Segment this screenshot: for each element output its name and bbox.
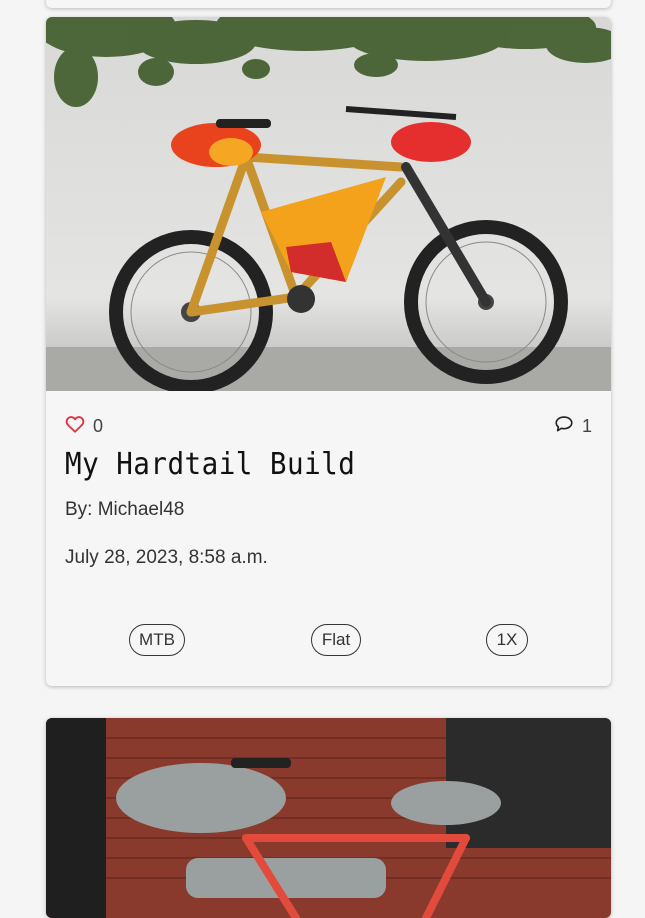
speech-bubble-icon (554, 415, 574, 438)
post-image[interactable] (46, 17, 611, 391)
tag-flat[interactable]: Flat (311, 624, 361, 656)
tag-mtb[interactable]: MTB (129, 624, 185, 656)
like-button[interactable]: 0 (65, 415, 103, 438)
comment-button[interactable]: 1 (554, 415, 592, 438)
post-author: By: Michael48 (65, 499, 185, 520)
previous-post-card[interactable] (46, 0, 611, 8)
tag-1x[interactable]: 1X (486, 624, 528, 656)
comment-count: 1 (581, 416, 592, 436)
like-count: 0 (93, 416, 104, 436)
post-card[interactable]: 0 1 My Hardtail Build By: Michael48 July… (46, 17, 611, 686)
next-post-image[interactable] (46, 718, 611, 918)
post-date: July 28, 2023, 8:58 a.m. (65, 547, 268, 568)
post-title[interactable]: My Hardtail Build (65, 447, 355, 482)
tag-list: MTB Flat 1X (46, 624, 611, 658)
next-post-card[interactable] (46, 718, 611, 918)
engagement-row: 0 1 (65, 415, 592, 441)
heart-icon (65, 415, 85, 438)
